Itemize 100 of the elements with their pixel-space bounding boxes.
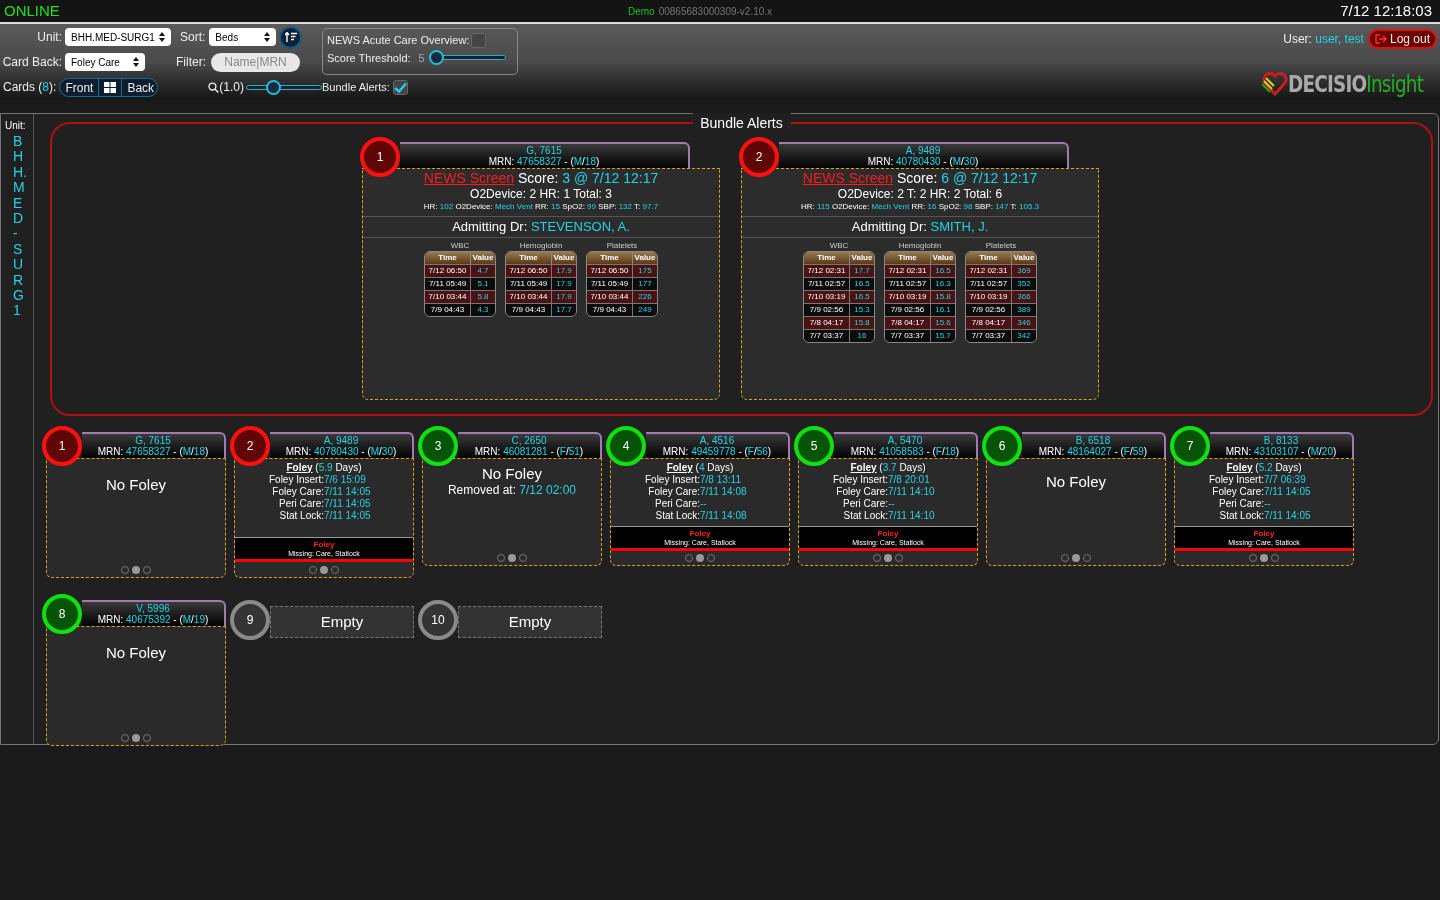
slider-track[interactable] bbox=[246, 79, 322, 95]
mrn-text: MRN: 47658327 - (M/18) bbox=[488, 156, 600, 167]
patient-header[interactable]: B, 8133 MRN: 43103107 - (M/20) bbox=[1210, 432, 1354, 458]
empty-bed-slot[interactable]: Empty bbox=[458, 606, 602, 638]
table-cell: 342 bbox=[1011, 330, 1036, 342]
patient-header[interactable]: B, 6518 MRN: 48164027 - (F/59) bbox=[1022, 432, 1166, 458]
grid-view-button[interactable] bbox=[98, 78, 123, 96]
foley-field-text: Peri Care:-- bbox=[654, 498, 708, 510]
foley-field-text: Foley Care:7/11 14:08 bbox=[647, 486, 748, 498]
sort-order-button[interactable] bbox=[279, 25, 303, 49]
foley-link[interactable]: Foley bbox=[1226, 462, 1253, 473]
table-cell-text: 7/11 02:57 bbox=[968, 278, 1009, 290]
patient-header[interactable]: C, 2650 MRN: 46081281 - (F/51) bbox=[458, 432, 602, 458]
table-cell-text: 7/9 02:56 bbox=[808, 304, 845, 316]
patient-header[interactable]: A, 9489 MRN: 40780430 - (M/30) bbox=[270, 432, 414, 458]
foley-link[interactable]: Foley bbox=[286, 462, 313, 473]
score-breakdown: O2Device: 2 T: 2 HR: 2 Total: 6 bbox=[837, 187, 1003, 201]
table-cell-text: 7/10 03:44 bbox=[589, 291, 630, 303]
column-header: Time bbox=[437, 252, 458, 264]
alert-card[interactable] bbox=[362, 168, 720, 400]
zoom-label: (1.0) bbox=[219, 79, 244, 96]
logo-heart-icon bbox=[1262, 72, 1289, 97]
mrn-text: MRN: 40780430 - (M/30) bbox=[867, 156, 979, 167]
patient-header[interactable]: A, 4516 MRN: 49459778 - (F/56) bbox=[646, 432, 790, 458]
lab-title: WBC bbox=[829, 241, 849, 251]
patient-name: B, 8133 bbox=[1263, 435, 1299, 446]
patient-header[interactable]: A, 9489 MRN: 40780430 - (M/30) bbox=[779, 142, 1069, 168]
table-cell-text: 7/10 03:19 bbox=[968, 291, 1009, 303]
patient-header[interactable]: G, 7615 MRN: 47658327 - (M/18) bbox=[82, 432, 226, 458]
checkbox[interactable] bbox=[471, 32, 487, 48]
table-cell-text: 7/9 02:56 bbox=[889, 304, 926, 316]
filter-field[interactable]: Name|MRN bbox=[211, 52, 300, 72]
slider-track[interactable] bbox=[429, 50, 506, 66]
table-cell-text: 7/12 06:50 bbox=[508, 265, 549, 277]
table-cell-text: 7/9 04:43 bbox=[591, 304, 628, 316]
table-cell-text: 7/10 03:44 bbox=[427, 291, 468, 303]
patient-name: G, 7615 bbox=[526, 145, 562, 156]
patient-card[interactable]: No Foley bbox=[46, 626, 226, 746]
patient-header[interactable]: G, 7615 MRN: 47658327 - (M/18) bbox=[400, 142, 690, 168]
patient-name: A, 9489 bbox=[323, 435, 359, 446]
slider-thumb[interactable] bbox=[265, 79, 281, 95]
bed-number-badge: 2 bbox=[739, 137, 779, 177]
bed-number-badge: 6 bbox=[982, 426, 1022, 466]
news-screen-link[interactable]: NEWS Screen bbox=[423, 170, 514, 186]
foley-link[interactable]: Foley bbox=[850, 462, 877, 473]
news-screen-link[interactable]: NEWS Screen bbox=[802, 170, 893, 186]
foley-link[interactable]: Foley bbox=[666, 462, 693, 473]
news-score-text: NEWS Screen Score: 3 @ 7/12 12:17 bbox=[423, 170, 659, 187]
no-foley-text: No Foley bbox=[482, 465, 542, 482]
bed-number-badge: 5 bbox=[794, 426, 834, 466]
bed-number-badge: 1 bbox=[42, 426, 82, 466]
table-cell: 15.7 bbox=[930, 330, 955, 342]
slider-thumb[interactable] bbox=[428, 50, 444, 66]
dropdown[interactable]: Beds bbox=[209, 28, 277, 46]
mrn-text: MRN: 48164027 - (F/59) bbox=[1038, 446, 1148, 457]
front-button[interactable]: Front bbox=[60, 78, 99, 96]
dropdown[interactable]: BHH.MED-SURG1 bbox=[65, 28, 171, 46]
no-foley-text: No Foley bbox=[106, 642, 166, 663]
table-cell-text: 7/11 05:49 bbox=[508, 278, 549, 290]
lab-title: Hemoglobin bbox=[898, 241, 942, 251]
empty-bed-slot[interactable]: Empty bbox=[270, 606, 414, 638]
column-header: Time bbox=[978, 252, 999, 264]
patient-name: C, 2650 bbox=[511, 435, 547, 446]
column-header: Time bbox=[897, 252, 918, 264]
unit-label: Unit: bbox=[5, 119, 27, 133]
clock: 7/12 12:18:03 bbox=[1340, 0, 1432, 21]
mrn-text: MRN: 46081281 - (F/51) bbox=[474, 446, 584, 457]
updown-icon bbox=[159, 32, 165, 42]
logo-text: DECISIOInsight bbox=[1288, 70, 1424, 99]
threshold-label: Score Threshold: bbox=[327, 50, 411, 66]
patient-header[interactable]: V, 5996 MRN: 40675392 - (M/19) bbox=[82, 600, 226, 626]
column-header: Time bbox=[518, 252, 539, 264]
view-toggle[interactable]: Front Back bbox=[59, 77, 159, 97]
mrn-text: MRN: 47658327 - (M/18) bbox=[97, 446, 209, 457]
foley-field-text: Peri Care:7/11 14:05 bbox=[278, 498, 372, 510]
patient-card[interactable]: No Foley bbox=[986, 458, 1166, 566]
table-cell-text: 7/10 03:44 bbox=[508, 291, 549, 303]
dropdown[interactable]: Foley Care bbox=[65, 53, 145, 71]
build-text: 00865683000309-v2.10.x bbox=[658, 4, 773, 19]
vitals-text: HR: 115 O2Device: Mech Vent RR: 16 SpO2: 98 SBP: 147 T: 105.3 bbox=[800, 201, 1040, 213]
mrn-text: MRN: 43103107 - (M/20) bbox=[1225, 446, 1337, 457]
foley-duration-text: Foley (3.7 Days) bbox=[850, 462, 926, 474]
patient-card[interactable]: No Foley Removed at: 7/12 02:00 bbox=[422, 458, 602, 566]
threshold-value: 5 bbox=[418, 50, 425, 66]
no-foley-text: No Foley bbox=[1046, 471, 1106, 492]
patient-header[interactable]: A, 5470 MRN: 41058583 - (F/18) bbox=[834, 432, 978, 458]
card-back-label: Card Back: bbox=[1, 54, 62, 71]
table-cell: 16 bbox=[849, 330, 874, 342]
sort-label: Sort: bbox=[180, 29, 206, 46]
admitting-doctor: Admitting Dr: SMITH, J. bbox=[851, 218, 989, 236]
lab-title: Hemoglobin bbox=[519, 241, 563, 251]
back-button[interactable]: Back bbox=[122, 78, 158, 96]
unit-label: Unit: bbox=[36, 29, 62, 46]
logout-button[interactable]: Log out bbox=[1367, 29, 1437, 49]
patient-card[interactable]: No Foley bbox=[46, 458, 226, 578]
alert-card[interactable] bbox=[741, 168, 1099, 400]
checkbox[interactable] bbox=[392, 79, 408, 95]
admitting-doctor: Admitting Dr: STEVENSON, A. bbox=[452, 218, 630, 236]
table-cell-text: 7/9 02:56 bbox=[970, 304, 1007, 316]
updown-icon bbox=[264, 32, 271, 42]
